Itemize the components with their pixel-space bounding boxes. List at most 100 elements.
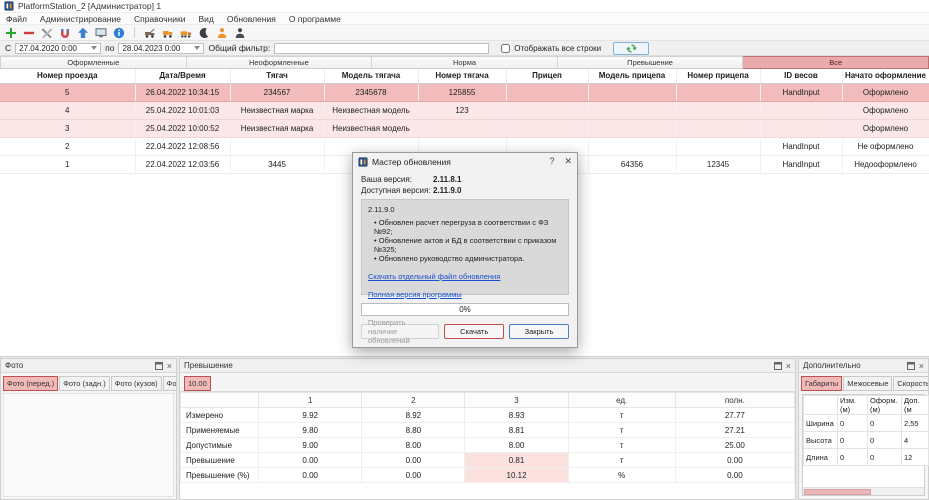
excess-tab-strip: 10.00: [180, 373, 795, 391]
status-tab-Норма[interactable]: Норма: [372, 56, 558, 69]
toolbar-button-remove[interactable]: [22, 26, 36, 40]
toolbar-button-dump-truck[interactable]: [161, 26, 175, 40]
table-cell: Неизвестная марка: [230, 101, 324, 119]
toolbar-button-magnet[interactable]: [58, 26, 72, 40]
column-header[interactable]: Начато оформление: [842, 69, 929, 83]
toolbar-button-tools[interactable]: [40, 26, 54, 40]
admin-icon: [234, 27, 246, 39]
table-cell: Оформлено: [842, 101, 929, 119]
table-cell: 5: [0, 83, 135, 101]
column-header[interactable]: Дата/Время: [135, 69, 230, 83]
float-panel-icon[interactable]: [155, 362, 163, 370]
horizontal-scrollbar[interactable]: [803, 487, 924, 495]
status-tab-Превышение[interactable]: Превышение: [558, 56, 744, 69]
worker-icon: [216, 27, 228, 39]
menu-item-4[interactable]: Вид: [198, 14, 213, 24]
status-tab-Неоформленные[interactable]: Неоформленные: [187, 56, 373, 69]
scrollbar-thumb[interactable]: [804, 489, 871, 495]
table-cell: [676, 119, 760, 137]
close-panel-icon[interactable]: ×: [167, 362, 172, 370]
excess-cell: 8.80: [362, 423, 465, 438]
date-to-label: по: [105, 43, 114, 53]
extra-tab-Габариты[interactable]: Габариты: [801, 376, 842, 391]
photo-panel: Фото × Фото (перед.)Фото (задн.)Фото (ку…: [0, 358, 177, 500]
excess-cell: 9.00: [259, 438, 362, 453]
excess-tab-10[interactable]: 10.00: [184, 376, 211, 391]
excess-column-header: 2: [362, 393, 465, 408]
download-button[interactable]: Скачать: [444, 324, 504, 339]
excess-table: 123ед.полн. Измерено9.928.928.93т27.77Пр…: [180, 392, 795, 483]
table-cell: 3: [0, 119, 135, 137]
close-icon[interactable]: ✕: [564, 156, 572, 167]
menu-item-1[interactable]: Файл: [6, 14, 27, 24]
general-filter-input[interactable]: [274, 43, 489, 54]
dimensions-cell: 2,55: [902, 415, 929, 432]
menu-item-5[interactable]: Обновления: [227, 14, 276, 24]
photo-tab[interactable]: Фото (перед.): [3, 376, 58, 391]
date-to-input[interactable]: 28.04.2023 0:00: [118, 43, 204, 54]
help-icon[interactable]: ?: [549, 156, 554, 167]
excess-row: Применяемые9.808.808.81т27.21: [181, 423, 795, 438]
table-cell: [588, 119, 676, 137]
toolbar-button-truck-trailer[interactable]: [179, 26, 193, 40]
table-cell: [588, 137, 676, 155]
menu-item-3[interactable]: Справочники: [134, 14, 186, 24]
float-panel-icon[interactable]: [907, 362, 915, 370]
column-header[interactable]: Модель тягача: [324, 69, 418, 83]
excess-panel-header: Превышение ×: [180, 359, 795, 373]
toolbar-button-monitor[interactable]: [94, 26, 108, 40]
excess-table-header: 123ед.полн.: [181, 393, 795, 408]
column-header[interactable]: Прицеп: [506, 69, 588, 83]
chevron-down-icon[interactable]: [91, 46, 97, 50]
photo-tab[interactable]: Фото (кузов): [111, 376, 162, 391]
excess-row: Допустимые9.008.008.00т25.00: [181, 438, 795, 453]
close-dialog-button[interactable]: Закрыть: [509, 324, 569, 339]
your-version-value: 2.11.8.1: [433, 175, 461, 184]
show-all-rows-checkbox[interactable]: [501, 44, 510, 53]
full-version-link[interactable]: Полная версия программы: [368, 290, 562, 299]
menu-item-6[interactable]: О программе: [289, 14, 341, 24]
toolbar-button-admin[interactable]: [233, 26, 247, 40]
status-tab-strip: ОформленныеНеоформленныеНормаПревышениеВ…: [0, 56, 929, 69]
toolbar-button-worker[interactable]: [215, 26, 229, 40]
excess-column-header: полн.: [675, 393, 794, 408]
refresh-button[interactable]: [613, 42, 649, 55]
photo-tab[interactable]: Фото (номер пр: [163, 376, 176, 391]
extra-tab-Скорость[interactable]: Скорость: [893, 376, 928, 391]
status-tab-Оформленные[interactable]: Оформленные: [0, 56, 187, 69]
excess-cell: 8.00: [362, 438, 465, 453]
table-cell: HandInput: [760, 155, 842, 173]
date-from-label: С: [5, 43, 11, 53]
column-header[interactable]: Тягач: [230, 69, 324, 83]
toolbar-button-arrow-up[interactable]: [76, 26, 90, 40]
float-panel-icon[interactable]: [774, 362, 782, 370]
table-row[interactable]: 526.04.2022 10:34:152345672345678125855H…: [0, 83, 929, 101]
column-header[interactable]: Номер проезда: [0, 69, 135, 83]
toolbar-button-crane-truck[interactable]: [143, 26, 157, 40]
close-panel-icon[interactable]: ×: [786, 362, 791, 370]
filter-bar: С 27.04.2020 0:00 по 28.04.2023 0:00 Общ…: [0, 41, 929, 56]
column-header[interactable]: ID весов: [760, 69, 842, 83]
dialog-body: Ваша версия: 2.11.8.1 Доступная версия: …: [353, 170, 577, 347]
menu-item-2[interactable]: Администрирование: [40, 14, 121, 24]
close-panel-icon[interactable]: ×: [919, 362, 924, 370]
column-header[interactable]: Номер прицепа: [676, 69, 760, 83]
toolbar-button-crescent[interactable]: [197, 26, 211, 40]
toolbar-button-add[interactable]: [4, 26, 18, 40]
extra-tab-Межосевые[interactable]: Межосевые: [843, 376, 892, 391]
date-from-input[interactable]: 27.04.2020 0:00: [15, 43, 101, 54]
table-cell: [760, 101, 842, 119]
chevron-down-icon[interactable]: [194, 46, 200, 50]
column-header[interactable]: Модель прицепа: [588, 69, 676, 83]
column-header[interactable]: Номер тягача: [418, 69, 506, 83]
table-row[interactable]: 425.04.2022 10:01:03Неизвестная маркаНеи…: [0, 101, 929, 119]
check-updates-button[interactable]: Проверить наличие обновлений: [361, 324, 439, 339]
table-cell: 25.04.2022 10:01:03: [135, 101, 230, 119]
toolbar-button-info[interactable]: [112, 26, 126, 40]
date-from-value: 27.04.2020 0:00: [19, 44, 77, 53]
status-tab-Все[interactable]: Все: [743, 56, 929, 69]
photo-tab[interactable]: Фото (задн.): [59, 376, 110, 391]
table-cell: [676, 101, 760, 119]
table-row[interactable]: 325.04.2022 10:00:52Неизвестная маркаНеи…: [0, 119, 929, 137]
download-update-file-link[interactable]: Скачать отдельный файл обновления: [368, 272, 562, 281]
